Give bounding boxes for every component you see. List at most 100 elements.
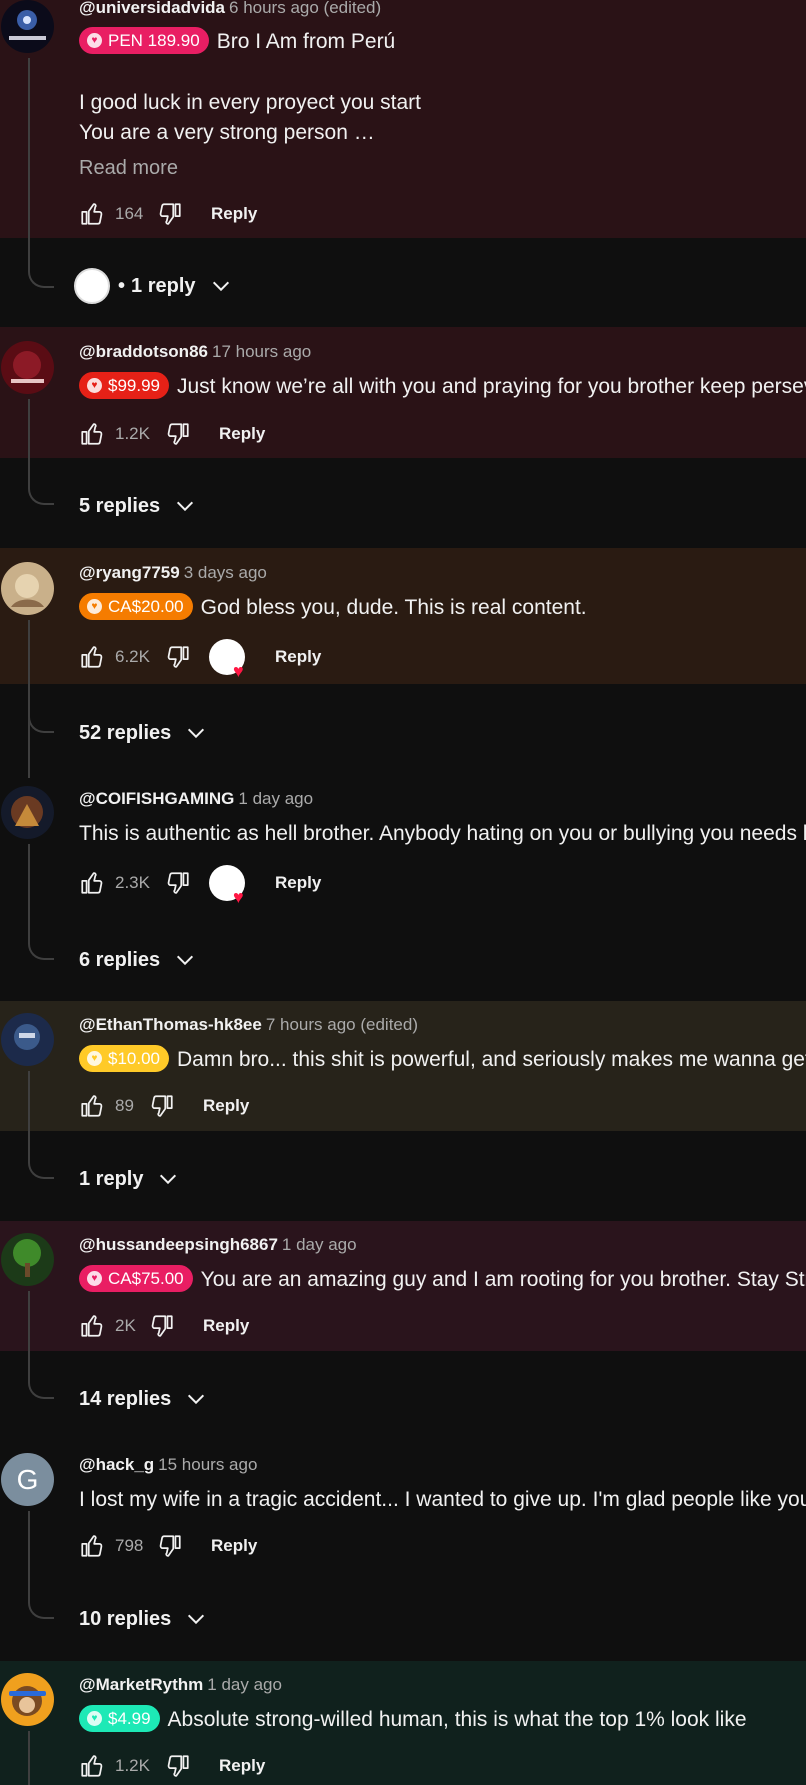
thread-line (28, 1731, 30, 1785)
replies-count: 10 replies (79, 1607, 172, 1630)
comment-meta: @universidadvida 6 hours ago (edited) (79, 0, 381, 20)
view-replies-button[interactable]: 10 replies (79, 1601, 207, 1637)
view-replies-button[interactable]: 52 replies (79, 715, 207, 751)
like-count: 164 (115, 204, 144, 223)
replies-count: 1 reply (79, 1167, 144, 1190)
comment-text-line: ♥ CA$75.00 You are an amazing guy and I am… (79, 1263, 806, 1297)
reply-button[interactable]: Reply (203, 1316, 249, 1336)
view-replies-button[interactable]: 1 reply (79, 1161, 179, 1197)
thumb-down-icon[interactable] (165, 421, 191, 447)
thumb-up-icon[interactable] (79, 421, 105, 447)
comment-author[interactable]: @COIFISHGAMING (79, 789, 234, 808)
comment-text: Damn bro... this shit is powerful, and s… (177, 1048, 806, 1071)
reply-button[interactable]: Reply (275, 873, 321, 893)
thread-curve (28, 1379, 54, 1399)
comment-actions: 2.3K ♥ Reply (79, 865, 321, 906)
thumb-down-icon[interactable] (165, 644, 191, 670)
thread-line (28, 620, 30, 778)
thumb-down-icon[interactable] (165, 1753, 191, 1779)
coin-icon: ♥ (87, 32, 102, 48)
coin-icon: ♥ (87, 377, 102, 393)
comment-text-line: ♥ $99.99 Just know we’re all with you and … (79, 370, 806, 404)
thumb-up-icon[interactable] (79, 201, 105, 227)
view-replies-button[interactable]: • 1 reply (74, 268, 232, 304)
reply-button[interactable]: Reply (203, 1096, 249, 1116)
thumb-up-icon[interactable] (79, 1753, 105, 1779)
comment-meta: @MarketRythm 1 day ago (79, 1673, 282, 1697)
thumb-down-icon[interactable] (149, 1093, 175, 1119)
thread-line (28, 1291, 30, 1379)
read-more-link[interactable]: Read more (79, 154, 178, 182)
thumb-up-icon[interactable] (79, 1533, 105, 1559)
comment-author[interactable]: @EthanThomas-hk8ee (79, 1015, 262, 1034)
comment-author[interactable]: @hack_g (79, 1455, 154, 1474)
view-replies-button[interactable]: 6 replies (79, 942, 196, 978)
coin-icon: ♥ (87, 1050, 102, 1066)
badge-amount: CA$75.00 (108, 1268, 184, 1288)
chevron-down-icon (177, 955, 194, 966)
reply-button[interactable]: Reply (211, 1536, 257, 1556)
avatar[interactable] (1, 341, 54, 394)
reply-button[interactable]: Reply (219, 424, 265, 444)
comments-feed: @universidadvida 6 hours ago (edited) ♥ PE… (0, 0, 806, 1785)
comment-time[interactable]: 1 day ago (238, 789, 313, 808)
like-count: 798 (115, 1536, 144, 1555)
avatar-image (1, 0, 54, 53)
comment-time[interactable]: 6 hours ago (edited) (229, 0, 381, 17)
chevron-down-icon (212, 281, 229, 292)
comment-text-line: ♥ $4.99 Absolute strong-willed human, this… (79, 1703, 806, 1737)
thumb-up-icon[interactable] (79, 870, 105, 896)
comment-time[interactable]: 7 hours ago (edited) (266, 1015, 418, 1034)
comment-meta: @hussandeepsingh6867 1 day ago (79, 1233, 357, 1257)
comment-time[interactable]: 1 day ago (282, 1235, 357, 1254)
thread-curve (28, 485, 54, 505)
comment-time[interactable]: 1 day ago (207, 1675, 282, 1694)
like-count: 1.2K (115, 1756, 150, 1775)
thread-curve (28, 713, 54, 733)
comment-author[interactable]: @braddotson86 (79, 342, 208, 361)
super-thanks-badge: ♥ $99.99 (79, 371, 169, 399)
comment-author[interactable]: @hussandeepsingh6867 (79, 1235, 278, 1254)
avatar-letter: G (16, 1463, 39, 1495)
reply-button[interactable]: Reply (219, 1756, 265, 1776)
avatar[interactable] (1, 1673, 54, 1726)
thread-line (28, 399, 30, 485)
thumb-up-icon[interactable] (79, 1093, 105, 1119)
like-count: 1.2K (115, 424, 150, 443)
avatar[interactable]: G (1, 1453, 54, 1506)
badge-amount: $10.00 (108, 1048, 160, 1068)
comment-time[interactable]: 3 days ago (184, 563, 267, 582)
comment-author[interactable]: @universidadvida (79, 0, 225, 17)
comment-time[interactable]: 17 hours ago (212, 342, 311, 361)
avatar[interactable] (1, 0, 54, 53)
replies-count: 6 replies (79, 948, 161, 971)
reply-button[interactable]: Reply (211, 204, 257, 224)
avatar[interactable] (1, 1233, 54, 1286)
avatar[interactable] (1, 786, 54, 839)
thumb-up-icon[interactable] (79, 644, 105, 670)
comment-actions: 164 Reply (79, 197, 257, 231)
comment-meta: @EthanThomas-hk8ee 7 hours ago (edited) (79, 1013, 418, 1037)
thumb-down-icon[interactable] (157, 201, 183, 227)
thumb-down-icon[interactable] (149, 1313, 175, 1339)
heart-icon: ♥ (233, 887, 244, 907)
thumb-down-icon[interactable] (157, 1533, 183, 1559)
view-replies-button[interactable]: 5 replies (79, 488, 196, 524)
avatar[interactable] (1, 562, 54, 615)
thumb-up-icon[interactable] (79, 1313, 105, 1339)
thread-curve (28, 1599, 54, 1619)
comment-time[interactable]: 15 hours ago (158, 1455, 257, 1474)
comment-actions: 2K Reply (79, 1309, 249, 1343)
reply-button[interactable]: Reply (275, 647, 321, 667)
heart-icon: ♥ (233, 661, 244, 681)
comment-author[interactable]: @ryang7759 (79, 563, 180, 582)
thread-curve (28, 1159, 54, 1179)
thumb-down-icon[interactable] (165, 870, 191, 896)
comment-meta: @hack_g 15 hours ago (79, 1453, 257, 1477)
avatar[interactable] (1, 1013, 54, 1066)
view-replies-button[interactable]: 14 replies (79, 1381, 207, 1417)
thread-curve (28, 940, 54, 960)
comment-author[interactable]: @MarketRythm (79, 1675, 203, 1694)
separator-dot: • (118, 274, 126, 297)
like-count: 6.2K (115, 647, 150, 666)
